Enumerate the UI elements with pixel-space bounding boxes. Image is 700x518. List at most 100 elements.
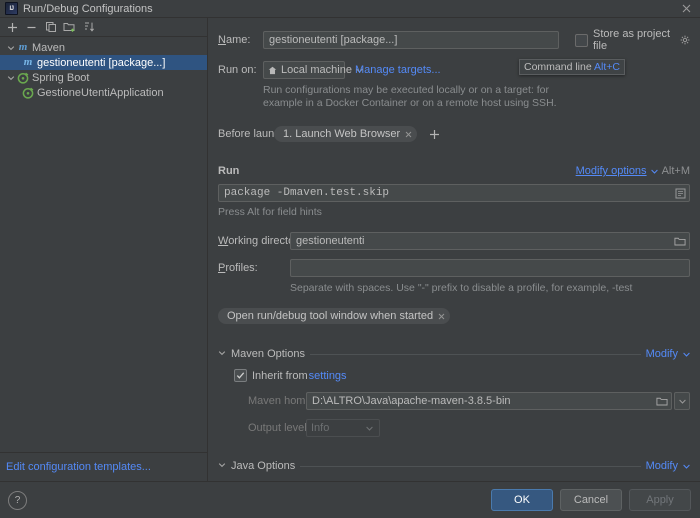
maven-icon: m [23, 56, 33, 68]
checkbox-box [234, 369, 247, 382]
run-section-label: Run [218, 165, 240, 177]
chevron-down-icon[interactable] [362, 426, 377, 431]
output-level-dropdown[interactable]: Info [306, 419, 380, 437]
expand-chevron-icon[interactable] [5, 44, 16, 52]
folder-add-icon[interactable] [61, 19, 78, 35]
profiles-hint: Separate with spaces. Use "-" prefix to … [290, 282, 633, 294]
cancel-button[interactable]: Cancel [560, 489, 622, 511]
working-directory-input[interactable] [290, 232, 690, 250]
profiles-row: Profiles: [218, 259, 690, 277]
edit-configuration-templates-link[interactable]: Edit configuration templates... [6, 461, 151, 473]
expand-editor-icon[interactable] [672, 185, 688, 201]
java-options-section-header[interactable]: Java Options Modify [218, 460, 690, 472]
tree-group-spring-boot[interactable]: Spring Boot [0, 70, 207, 85]
run-on-hint: Run configurations may be executed local… [263, 84, 690, 110]
maven-inherit-from-settings-checkbox[interactable]: Inherit from settings [234, 369, 347, 382]
run-debug-configurations-dialog: IJ Run/Debug Configurations m Maven m ge… [0, 0, 700, 518]
close-icon[interactable] [405, 131, 412, 138]
output-level-value: Info [311, 422, 330, 434]
run-on-hint-line-2: example in a Docker Container or on a re… [263, 97, 557, 109]
tree-item-label: GestioneUtentiApplication [37, 86, 164, 99]
gear-icon[interactable] [680, 35, 690, 45]
command-line-input[interactable] [218, 184, 690, 202]
name-row: Name: Store as project file [218, 28, 690, 52]
before-launch-label: Before launch: [218, 128, 289, 140]
folder-icon[interactable] [654, 393, 670, 409]
apply-button[interactable]: Apply [629, 489, 691, 511]
maven-home-row: Maven home: [248, 392, 690, 410]
tooltip-text: Command line [524, 61, 595, 73]
chevron-down-icon[interactable] [683, 348, 690, 360]
tree-item-gestioneutentiapplication[interactable]: GestioneUtentiApplication [0, 85, 207, 100]
maven-options-title: Maven Options [231, 348, 305, 360]
checkbox-box [575, 33, 588, 47]
ok-button[interactable]: OK [491, 489, 553, 511]
field-hints-text: Press Alt for field hints [218, 206, 322, 218]
copy-configuration-button[interactable] [42, 19, 59, 35]
remove-configuration-button[interactable] [23, 19, 40, 35]
before-launch-row: Before launch: 1. Launch Web Browser [218, 126, 690, 142]
run-on-value: Local machine [281, 64, 352, 76]
configuration-editor-panel: Name: Store as project file [208, 18, 700, 481]
profiles-label: Profiles: [218, 262, 258, 274]
tree-group-maven[interactable]: m Maven [0, 40, 207, 55]
configurations-tree[interactable]: m Maven m gestioneutenti [package...] Sp… [0, 37, 207, 452]
help-button[interactable]: ? [8, 490, 27, 510]
tree-item-label: Maven [32, 41, 66, 54]
local-machine-icon [268, 66, 277, 75]
maven-inherit-label: Inherit from [252, 369, 308, 382]
open-tool-window-chip-label: Open run/debug tool window when started [227, 310, 434, 322]
maven-options-section-header[interactable]: Maven Options Modify [218, 348, 690, 360]
intellij-idea-icon: IJ [5, 2, 18, 15]
configurations-toolbar [0, 18, 207, 37]
maven-inherit-row: Inherit from settings [234, 369, 690, 383]
before-launch-chip[interactable]: 1. Launch Web Browser [274, 126, 418, 142]
configuration-form: Name: Store as project file [208, 18, 700, 481]
expand-chevron-icon[interactable] [5, 74, 16, 82]
dialog-footer: ? OK Cancel Apply [0, 481, 700, 518]
title-bar: IJ Run/Debug Configurations [0, 0, 700, 18]
maven-settings-link[interactable]: settings [309, 370, 347, 382]
name-input[interactable] [263, 31, 559, 49]
tree-item-label: gestioneutenti [package...] [37, 56, 166, 69]
window-title: Run/Debug Configurations [23, 2, 153, 15]
run-section-header: Run Modify options Alt+M [218, 165, 690, 177]
chevron-down-icon[interactable] [683, 460, 690, 472]
edit-templates-bar: Edit configuration templates... [0, 452, 207, 481]
chevron-down-icon[interactable] [218, 348, 226, 360]
tree-item-gestioneutenti[interactable]: m gestioneutenti [package...] [0, 55, 207, 70]
tooltip-shortcut: Alt+C [594, 61, 621, 73]
spring-boot-icon [16, 72, 30, 84]
profiles-input[interactable] [290, 259, 690, 277]
folder-icon[interactable] [672, 233, 688, 249]
close-icon[interactable] [676, 1, 696, 16]
java-options-modify-link[interactable]: Modify [646, 460, 678, 472]
output-level-row: Output level: Info [248, 419, 690, 437]
close-icon[interactable] [438, 313, 445, 320]
working-directory-row: Working directory: [218, 232, 690, 250]
store-as-project-file-label: Store as project file [593, 28, 671, 52]
working-directory-label: Working directory: [218, 235, 307, 247]
run-on-hint-line-1: Run configurations may be executed local… [263, 84, 549, 96]
open-tool-window-chip[interactable]: Open run/debug tool window when started [218, 308, 451, 324]
maven-home-label: Maven home: [248, 395, 315, 407]
modify-options-link[interactable]: Modify options [576, 165, 647, 177]
maven-home-dropdown-button[interactable] [674, 392, 690, 410]
spring-boot-icon [21, 87, 35, 99]
sort-configurations-button[interactable] [80, 19, 97, 35]
maven-options-modify-link[interactable]: Modify [646, 348, 678, 360]
configurations-sidebar: m Maven m gestioneutenti [package...] Sp… [0, 18, 208, 481]
maven-home-input[interactable] [306, 392, 672, 410]
run-on-dropdown[interactable]: Local machine [263, 61, 363, 79]
chevron-down-icon[interactable] [650, 165, 658, 177]
add-before-launch-task-button[interactable] [429, 129, 440, 140]
java-options-title: Java Options [231, 460, 296, 472]
manage-targets-link[interactable]: Manage targets... [355, 64, 441, 76]
section-divider [300, 465, 641, 467]
chevron-down-icon[interactable] [218, 460, 226, 472]
store-as-project-file-checkbox[interactable]: Store as project file [575, 28, 675, 52]
command-line-field-wrapper [218, 184, 690, 202]
add-configuration-button[interactable] [4, 19, 21, 35]
maven-icon: m [18, 41, 28, 53]
name-label: Name: [218, 34, 251, 46]
